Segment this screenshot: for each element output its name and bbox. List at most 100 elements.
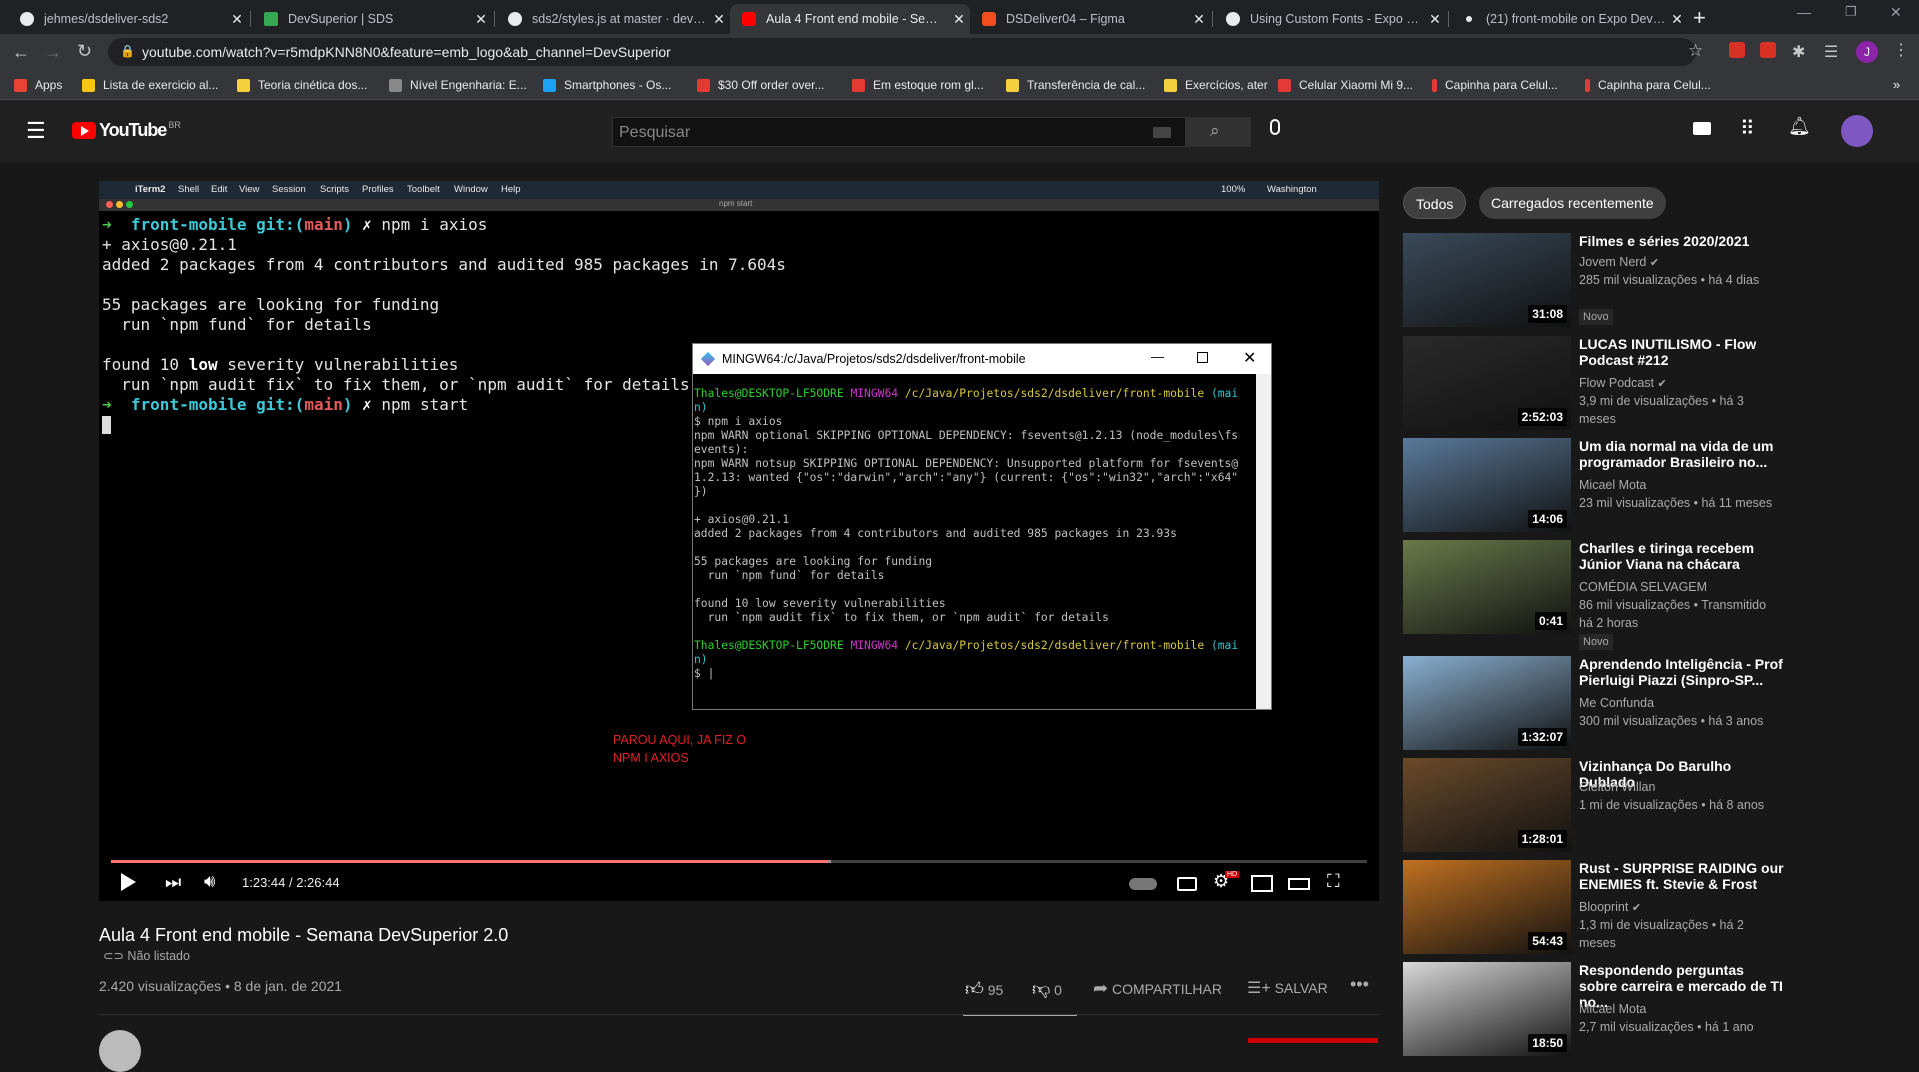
- fullscreen-icon[interactable]: ⛶: [1327, 871, 1340, 892]
- video-thumbnail[interactable]: 14:06: [1403, 438, 1571, 532]
- extension-icon[interactable]: [1729, 42, 1745, 58]
- share-button[interactable]: ➦ COMPARTILHAR: [1093, 978, 1222, 999]
- bookmark-item[interactable]: Capinha para Celul...: [1432, 78, 1558, 92]
- bookmark-item[interactable]: Transferência de cal...: [1006, 78, 1145, 92]
- minimize-window-icon[interactable]: —: [1797, 4, 1811, 20]
- keyboard-icon[interactable]: [1153, 127, 1171, 138]
- bookmark-star-icon[interactable]: ☆: [1688, 41, 1703, 61]
- recommended-video[interactable]: 0:41 Charlles e tiringa recebem Júnior Vi…: [1403, 540, 1903, 650]
- browser-tab[interactable]: Using Custom Fonts - Expo Documentation …: [1214, 4, 1446, 34]
- video-thumbnail[interactable]: 1:28:01: [1403, 758, 1571, 852]
- mingw-terminal-window[interactable]: MINGW64:/c/Java/Projetos/sds2/dsdeliver/…: [692, 343, 1272, 710]
- channel-name[interactable]: COMÉDIA SELVAGEM: [1579, 580, 1707, 594]
- recommended-video[interactable]: 31:08 Filmes e séries 2020/2021 Jovem Nerd…: [1403, 233, 1903, 329]
- recommended-title[interactable]: Um dia normal na vida de um programador …: [1579, 438, 1784, 470]
- browser-tab[interactable]: jehmes/dsdeliver-sds2 ✕: [8, 4, 248, 34]
- play-icon[interactable]: [121, 873, 136, 891]
- browser-tab[interactable]: DSDeliver04 – Figma ✕: [970, 4, 1210, 34]
- new-tab-button[interactable]: +: [1693, 5, 1706, 31]
- channel-name[interactable]: Me Confunda: [1579, 696, 1654, 710]
- reading-list-icon[interactable]: ☰: [1824, 42, 1838, 62]
- channel-name[interactable]: Blooprint ✔︎: [1579, 900, 1641, 914]
- address-bar[interactable]: 🔒 youtube.com/watch?v=r5mdpKNN8N0&featur…: [108, 38, 1703, 66]
- close-icon[interactable]: ✕: [1243, 348, 1256, 368]
- next-icon[interactable]: ⏭︎: [165, 872, 181, 893]
- bookmark-item[interactable]: Nível Engenharia: E...: [389, 78, 527, 92]
- autoplay-toggle[interactable]: [1129, 878, 1157, 890]
- recommended-video[interactable]: 54:43 Rust - SURPRISE RAIDING our ENEMIES…: [1403, 860, 1903, 956]
- progress-bar[interactable]: [111, 860, 1367, 863]
- close-tab-icon[interactable]: ✕: [1424, 11, 1446, 28]
- account-avatar[interactable]: [1841, 115, 1873, 147]
- search-button[interactable]: ⌕: [1186, 117, 1251, 147]
- close-tab-icon[interactable]: ✕: [1188, 11, 1210, 28]
- notifications-bell-icon[interactable]: 🔔︎: [1788, 116, 1811, 137]
- bookmark-item[interactable]: Em estoque rom gl...: [852, 78, 984, 92]
- profile-avatar[interactable]: J: [1856, 41, 1878, 63]
- restore-window-icon[interactable]: ❐: [1845, 4, 1857, 20]
- create-video-icon[interactable]: [1693, 122, 1711, 135]
- close-window-icon[interactable]: ✕: [1890, 4, 1902, 21]
- bookmark-item[interactable]: $30 Off order over...: [697, 78, 825, 92]
- channel-avatar[interactable]: [99, 1030, 141, 1072]
- recommended-title[interactable]: LUCAS INUTILISMO - Flow Podcast #212: [1579, 336, 1784, 368]
- channel-name[interactable]: Cleiton Willan: [1579, 780, 1655, 794]
- bookmark-item[interactable]: Celular Xiaomi Mi 9...: [1278, 78, 1413, 92]
- video-thumbnail[interactable]: 54:43: [1403, 860, 1571, 954]
- reload-icon[interactable]: ↻: [77, 41, 92, 62]
- video-thumbnail[interactable]: 31:08: [1403, 233, 1571, 327]
- recommended-video[interactable]: 1:32:07 Aprendendo Inteligência - Prof Pi…: [1403, 656, 1903, 752]
- bookmark-item[interactable]: Teoria cinética dos...: [237, 78, 367, 92]
- hamburger-menu-icon[interactable]: ☰: [26, 118, 46, 144]
- back-icon[interactable]: ←: [12, 42, 30, 63]
- recommended-title[interactable]: Filmes e séries 2020/2021: [1579, 233, 1784, 249]
- channel-name[interactable]: Micael Mota: [1579, 478, 1646, 492]
- bookmark-item[interactable]: Exercícios, ater: [1164, 78, 1268, 92]
- recommended-title[interactable]: Rust - SURPRISE RAIDING our ENEMIES ft. …: [1579, 860, 1784, 892]
- extension-icon[interactable]: [1760, 42, 1776, 58]
- mingw-scrollbar[interactable]: [1256, 374, 1271, 709]
- close-tab-icon[interactable]: ✕: [708, 11, 730, 28]
- video-thumbnail[interactable]: 1:32:07: [1403, 656, 1571, 750]
- theater-mode-icon[interactable]: [1288, 878, 1310, 890]
- youtube-logo[interactable]: YouTube BR: [72, 120, 181, 141]
- recommended-video[interactable]: 1:28:01 Vizinhança Do Barulho Dublado Clei…: [1403, 758, 1903, 854]
- bookmark-item[interactable]: Capinha para Celul...: [1585, 78, 1711, 92]
- video-thumbnail[interactable]: 18:50: [1403, 962, 1571, 1056]
- recommended-title[interactable]: Aprendendo Inteligência - Prof Pierluigi…: [1579, 656, 1784, 688]
- browser-tab[interactable]: (21) front-mobile on Expo Developers ✕: [1450, 4, 1688, 34]
- like-button[interactable]: 👍︎ 95: [965, 978, 1003, 1000]
- dislike-button[interactable]: 👎︎ 0: [1032, 978, 1062, 1000]
- bookmarks-overflow-icon[interactable]: »: [1893, 77, 1900, 92]
- recommended-video[interactable]: 14:06 Um dia normal na vida de um program…: [1403, 438, 1903, 534]
- browser-tab[interactable]: DevSuperior | SDS ✕: [252, 4, 492, 34]
- bookmark-item[interactable]: Smartphones - Os...: [543, 78, 671, 92]
- bookmark-apps[interactable]: Apps: [14, 78, 62, 92]
- save-button[interactable]: ☰+ SALVAR: [1247, 978, 1328, 998]
- chip-recently-uploaded[interactable]: Carregados recentemente: [1479, 187, 1666, 219]
- browser-tab[interactable]: sds2/styles.js at master · devsuperior ✕: [496, 4, 730, 34]
- close-tab-icon[interactable]: ✕: [470, 11, 492, 28]
- apps-grid-icon[interactable]: ⠿: [1740, 116, 1755, 141]
- forward-icon[interactable]: →: [44, 42, 62, 63]
- video-thumbnail[interactable]: 2:52:03: [1403, 336, 1571, 430]
- miniplayer-icon[interactable]: [1251, 875, 1273, 892]
- close-tab-icon[interactable]: ✕: [948, 11, 970, 28]
- search-input[interactable]: Pesquisar: [612, 117, 1186, 147]
- recommended-video[interactable]: 2:52:03 LUCAS INUTILISMO - Flow Podcast #…: [1403, 336, 1903, 432]
- channel-name[interactable]: Jovem Nerd ✔︎: [1579, 255, 1659, 269]
- maximize-icon[interactable]: [1197, 352, 1208, 363]
- recommended-title[interactable]: Charlles e tiringa recebem Júnior Viana …: [1579, 540, 1784, 572]
- close-tab-icon[interactable]: ✕: [226, 11, 248, 28]
- channel-name[interactable]: Micael Mota: [1579, 1002, 1646, 1016]
- channel-name[interactable]: Flow Podcast ✔︎: [1579, 376, 1667, 390]
- close-tab-icon[interactable]: ✕: [1666, 11, 1688, 28]
- recommended-video[interactable]: 18:50 Respondendo perguntas sobre carreir…: [1403, 962, 1903, 1058]
- subtitles-icon[interactable]: [1177, 877, 1197, 891]
- video-thumbnail[interactable]: 0:41: [1403, 540, 1571, 634]
- minimize-icon[interactable]: —: [1151, 349, 1164, 364]
- menu-dots-icon[interactable]: ⋮: [1893, 40, 1909, 60]
- more-actions-icon[interactable]: •••: [1350, 974, 1369, 995]
- volume-icon[interactable]: 🔊︎: [204, 871, 215, 892]
- microphone-icon[interactable]: [1270, 119, 1280, 135]
